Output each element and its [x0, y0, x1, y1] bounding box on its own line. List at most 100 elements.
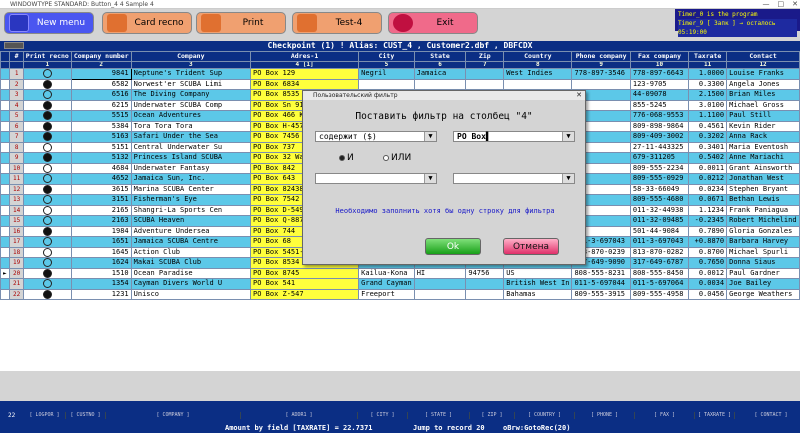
cell-ct[interactable]: Paul Gardner [726, 267, 800, 279]
cell-ct[interactable]: Brian Miles [726, 89, 800, 101]
cell-num[interactable]: 9841 [70, 68, 132, 80]
cell-tx[interactable]: 0.0456 [688, 288, 728, 300]
table-row[interactable]: 22 1231 Unisco PO Box Z-547 Freeport Bahamas 8… [0, 288, 800, 300]
cell-co[interactable]: Neptune's Trident Sup [130, 68, 252, 80]
cell-city[interactable]: Freeport [358, 288, 415, 300]
cell-co[interactable]: Adventure Undersea [130, 225, 252, 237]
cell-tx[interactable]: +0.8870 [688, 236, 728, 248]
cell-ct[interactable]: Grant Ainsworth [726, 162, 800, 174]
cell-tx[interactable]: 1.0000 [688, 68, 728, 80]
cell-ct[interactable]: Louise Franks [726, 68, 800, 80]
cell-tx[interactable]: 0.7650 [688, 257, 728, 269]
cell-ph[interactable]: 011-5-697044 [571, 278, 631, 290]
cell-zip[interactable] [465, 288, 505, 300]
cell-tx[interactable]: 0.0011 [688, 162, 728, 174]
cell-num[interactable]: 1231 [70, 288, 132, 300]
cell-co[interactable]: Underwater SCUBA Comp [130, 99, 252, 111]
cell-ct[interactable]: Michael Gross [726, 99, 800, 111]
cell-tx[interactable]: 0.0234 [688, 183, 728, 195]
cell-fx[interactable]: 809-409-3002 [629, 131, 690, 143]
cell-ct[interactable]: Jonathan West [726, 173, 800, 185]
column-header[interactable]: Company [130, 51, 252, 62]
cell-fx[interactable]: 679-311205 [629, 152, 690, 164]
row-marker[interactable] [0, 225, 11, 237]
cell-st[interactable] [413, 288, 467, 300]
cell-tx[interactable]: -0.2345 [688, 215, 728, 227]
radio-or[interactable]: ИЛИ [383, 153, 411, 163]
cell-co[interactable]: Underwater Fantasy [130, 162, 252, 174]
cell-tx[interactable]: 0.0012 [688, 267, 728, 279]
column-header[interactable]: Phone company [571, 51, 631, 62]
column-header[interactable]: Print recno [22, 51, 72, 62]
condition1-select[interactable]: содержит ($) ▼ [315, 131, 437, 142]
cell-co[interactable]: Shangri-La Sports Cen [130, 204, 252, 216]
cell-co[interactable]: Tora Tora Tora [130, 120, 252, 132]
cell-co[interactable]: Fisherman's Eye [130, 194, 252, 206]
cell-tx[interactable]: 1.1234 [688, 204, 728, 216]
cell-city[interactable]: Grand Cayman [358, 278, 415, 290]
cell-fx[interactable]: 809-555-0929 [629, 173, 690, 185]
cell-ct[interactable]: Gloria Gonzales [726, 225, 800, 237]
column-header[interactable]: Taxrate [688, 51, 728, 62]
print-checkbox[interactable] [22, 152, 72, 164]
print-checkbox[interactable] [22, 194, 72, 206]
cell-co[interactable]: Cayman Divers World U [130, 278, 252, 290]
row-marker[interactable] [0, 194, 11, 206]
cell-st[interactable] [413, 278, 467, 290]
cell-ph[interactable]: 778-897-3546 [571, 68, 631, 80]
cell-ph[interactable]: 808-555-8231 [571, 267, 631, 279]
cell-zip[interactable] [465, 78, 505, 90]
cell-fx[interactable]: 809-898-9864 [629, 120, 690, 132]
row-marker[interactable] [0, 110, 11, 122]
column-header[interactable]: Company number [70, 51, 132, 62]
cell-num[interactable]: 3615 [70, 183, 132, 195]
cell-num[interactable]: 1645 [70, 246, 132, 258]
print-checkbox[interactable] [22, 246, 72, 258]
cell-co[interactable]: Central Underwater Su [130, 141, 252, 153]
cell-ctry[interactable]: Bahamas [503, 288, 573, 300]
cell-num[interactable]: 1510 [70, 267, 132, 279]
cell-ct[interactable]: Maria Eventosh [726, 141, 800, 153]
print-checkbox[interactable] [22, 183, 72, 195]
row-marker[interactable] [0, 278, 11, 290]
cell-co[interactable]: Norwest'er SCUBA Limi [130, 78, 252, 90]
print-checkbox[interactable] [22, 99, 72, 111]
cell-tx[interactable]: 0.0212 [688, 173, 728, 185]
minimize-button[interactable]: — [763, 0, 770, 9]
cell-ct[interactable]: Robert Michelind [726, 215, 800, 227]
cell-ct[interactable]: Anne Mariachi [726, 152, 800, 164]
print-checkbox[interactable] [22, 236, 72, 248]
print-checkbox[interactable] [22, 257, 72, 269]
print-checkbox[interactable] [22, 89, 72, 101]
cell-city[interactable] [358, 78, 415, 90]
print-checkbox[interactable] [22, 110, 72, 122]
cell-zip[interactable] [465, 278, 505, 290]
new-menu-button[interactable]: New menu [4, 12, 94, 34]
value2-input[interactable]: ▼ [453, 173, 575, 184]
cell-ct[interactable]: Kevin Rider [726, 120, 800, 132]
cell-ct[interactable]: Anna Rack [726, 131, 800, 143]
cell-num[interactable]: 5384 [70, 120, 132, 132]
cell-num[interactable]: 5151 [70, 141, 132, 153]
cell-tx[interactable]: 1.1100 [688, 110, 728, 122]
cell-fx[interactable]: 809-555-4958 [629, 288, 690, 300]
cell-fx[interactable]: 808-555-8450 [629, 267, 690, 279]
cell-num[interactable]: 1624 [70, 257, 132, 269]
value1-input[interactable]: PO Box▌ ▼ [453, 131, 575, 142]
cell-tx[interactable]: 0.4561 [688, 120, 728, 132]
cell-co[interactable]: Jamaica Sun, Inc. [130, 173, 252, 185]
cell-zip[interactable]: 94756 [465, 267, 505, 279]
cell-ctry[interactable] [503, 78, 573, 90]
cell-ct[interactable]: Stephen Bryant [726, 183, 800, 195]
cell-co[interactable]: The Diving Company [130, 89, 252, 101]
cell-ct[interactable]: Bethan Lewis [726, 194, 800, 206]
cell-ctry[interactable]: US [503, 267, 573, 279]
cell-ct[interactable]: Frank Paniagua [726, 204, 800, 216]
column-header[interactable]: # [9, 51, 24, 62]
row-marker[interactable] [0, 120, 11, 132]
column-header[interactable]: Contact [726, 51, 800, 62]
column-header[interactable]: City [358, 51, 415, 62]
grid-menu-icon[interactable] [4, 42, 24, 49]
cell-co[interactable]: Ocean Adventures [130, 110, 252, 122]
print-checkbox[interactable] [22, 267, 72, 279]
